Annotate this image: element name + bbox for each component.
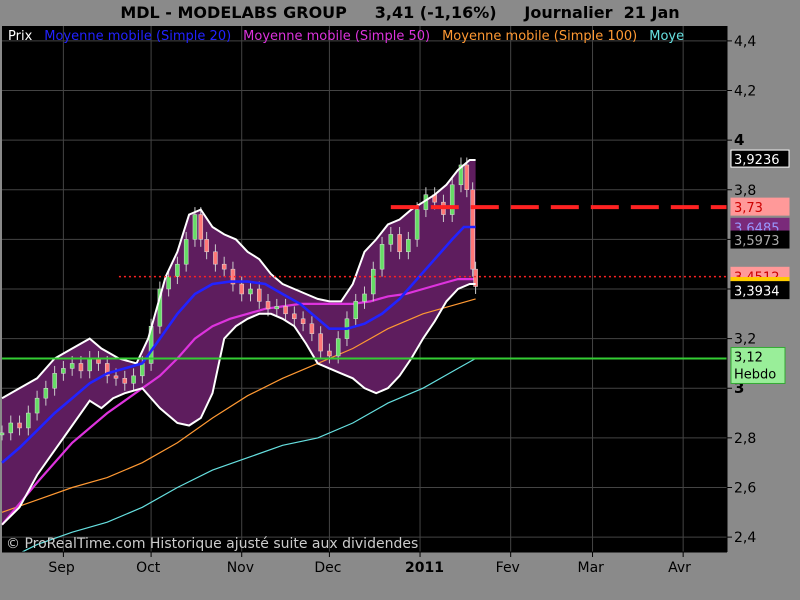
price-candle [221, 263, 227, 270]
y-tick-label: 2,4 [734, 530, 756, 546]
price-candle [87, 358, 92, 372]
x-tick-label: Dec [314, 560, 341, 576]
price-candle [283, 306, 288, 315]
price-candle [198, 214, 204, 240]
price-candle [353, 301, 358, 320]
price-candle [327, 350, 332, 357]
copyright-text: © ProRealTime.com Historique ajusté suit… [6, 536, 418, 552]
y-tick-label: 4 [734, 131, 744, 149]
price-candle [0, 432, 5, 436]
y-tick-label: 4,4 [734, 34, 756, 50]
price-candle [379, 244, 385, 270]
legend-item: Moyenne mobile (Simple 50) [243, 29, 430, 44]
price-candle [335, 338, 341, 357]
price-candle [122, 378, 128, 384]
price-candle [43, 387, 49, 399]
price-candle [78, 363, 84, 372]
price-candle [213, 251, 218, 265]
price-candle [140, 363, 145, 377]
price-candle [192, 214, 198, 240]
y-tick-label: 3,8 [734, 183, 756, 199]
price-candle [131, 375, 136, 384]
price-candle [183, 239, 189, 265]
price-candle [300, 318, 306, 324]
price-candle [470, 189, 475, 270]
value-label: 3,9236 [734, 153, 780, 168]
price-candle [464, 164, 470, 191]
y-tick-label: 2,6 [734, 480, 756, 496]
x-tick-label: Sep [48, 560, 75, 576]
x-tick-label: Fev [496, 560, 520, 576]
price-candle [388, 234, 394, 245]
price-candle [292, 313, 297, 320]
y-tick-label: 3,2 [734, 332, 756, 348]
support-sublabel: Hebdo [734, 367, 776, 382]
price-candle [257, 288, 262, 302]
support-label: 3,12 [734, 350, 763, 365]
price-candle [34, 397, 40, 414]
y-tick-label: 2,8 [734, 431, 756, 447]
x-tick-label: 2011 [405, 560, 444, 576]
price-candle [265, 301, 271, 310]
price-candle [239, 283, 244, 295]
x-tick-label: Oct [136, 560, 161, 576]
value-label: 3,73 [734, 201, 763, 216]
price-candle [61, 368, 66, 374]
price-candle [449, 184, 455, 215]
price-candle [166, 276, 171, 290]
price-candle [274, 306, 280, 310]
price-candle [414, 209, 420, 240]
x-tick-label: Avr [668, 560, 691, 576]
price-candle [52, 373, 57, 389]
price-candle [397, 234, 402, 253]
price-candle [248, 288, 253, 295]
price-candle [175, 263, 180, 277]
price-candle [26, 412, 31, 429]
price-candle [318, 333, 323, 352]
price-candle [406, 239, 411, 253]
price-candle [113, 375, 119, 379]
price-candle [204, 239, 209, 253]
price-chart[interactable]: 2,42,62,833,23,43,63,844,24,43,92363,733… [0, 0, 800, 600]
price-candle [309, 323, 315, 334]
value-label: 3,3934 [734, 285, 780, 300]
price-candle [69, 363, 75, 369]
price-candle [8, 422, 14, 434]
legend-item: Moyenne mobile (Simple 20) [44, 29, 231, 44]
legend-item: Moye [649, 29, 684, 44]
x-tick-label: Mar [578, 560, 605, 576]
value-label: 3,5973 [734, 234, 780, 249]
legend-item: Prix [8, 29, 33, 44]
price-candle [362, 293, 367, 302]
x-tick-label: Nov [227, 560, 254, 576]
price-candle [371, 268, 376, 295]
price-candle [17, 422, 22, 429]
y-tick-label: 4,2 [734, 84, 756, 100]
legend-item: Moyenne mobile (Simple 100) [442, 29, 637, 44]
